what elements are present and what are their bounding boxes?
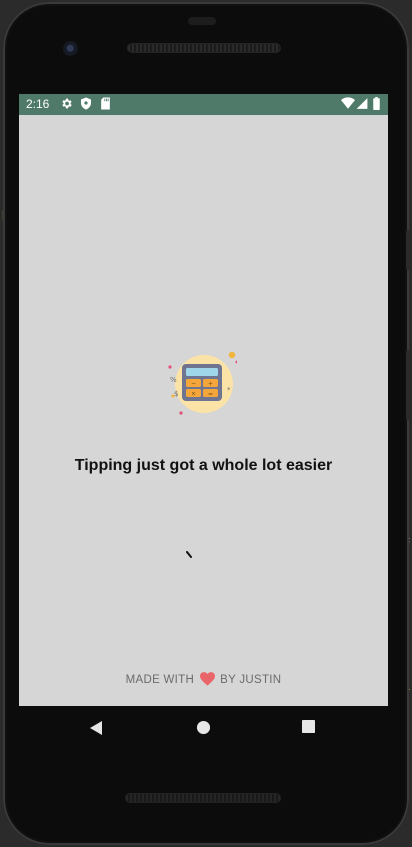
sd-card-icon <box>101 97 110 110</box>
footer-suffix: BY JUSTIN <box>220 674 282 686</box>
front-camera <box>63 41 79 57</box>
footer-credit: MADE WITH BY JUSTIN <box>19 672 388 688</box>
tagline: Tipping just got a whole lot easier <box>74 457 333 474</box>
svg-text:$: $ <box>174 390 178 398</box>
navigation-bar <box>19 706 388 752</box>
power-button <box>406 350 410 420</box>
svg-text:=: = <box>208 391 213 398</box>
svg-text:%: % <box>170 376 177 384</box>
shield-icon <box>81 97 91 110</box>
back-icon[interactable] <box>89 720 103 736</box>
svg-text:+: + <box>208 381 213 388</box>
svg-text:*: * <box>227 386 231 394</box>
app-screen: 2:16 % $ * − + × = Tipping just got a wh… <box>19 94 388 706</box>
loading-spinner-icon <box>186 551 192 558</box>
svg-text:−: − <box>191 381 196 388</box>
bottom-speaker <box>125 793 281 803</box>
recents-icon[interactable] <box>302 720 315 733</box>
settings-gear-icon <box>62 98 72 109</box>
status-bar: 2:16 <box>19 94 388 115</box>
heart-icon <box>199 672 215 686</box>
svg-text:×: × <box>191 391 196 398</box>
volume-button <box>406 230 410 270</box>
footer-prefix: MADE WITH <box>125 674 195 686</box>
earpiece-speaker <box>127 43 281 53</box>
home-icon[interactable] <box>196 720 211 735</box>
wifi-icon <box>341 97 355 109</box>
top-sensor <box>188 17 216 25</box>
status-time: 2:16 <box>26 97 50 111</box>
calculator-icon: % $ * − + × = <box>168 351 237 415</box>
cell-signal-icon <box>356 98 368 109</box>
battery-icon <box>373 97 380 110</box>
